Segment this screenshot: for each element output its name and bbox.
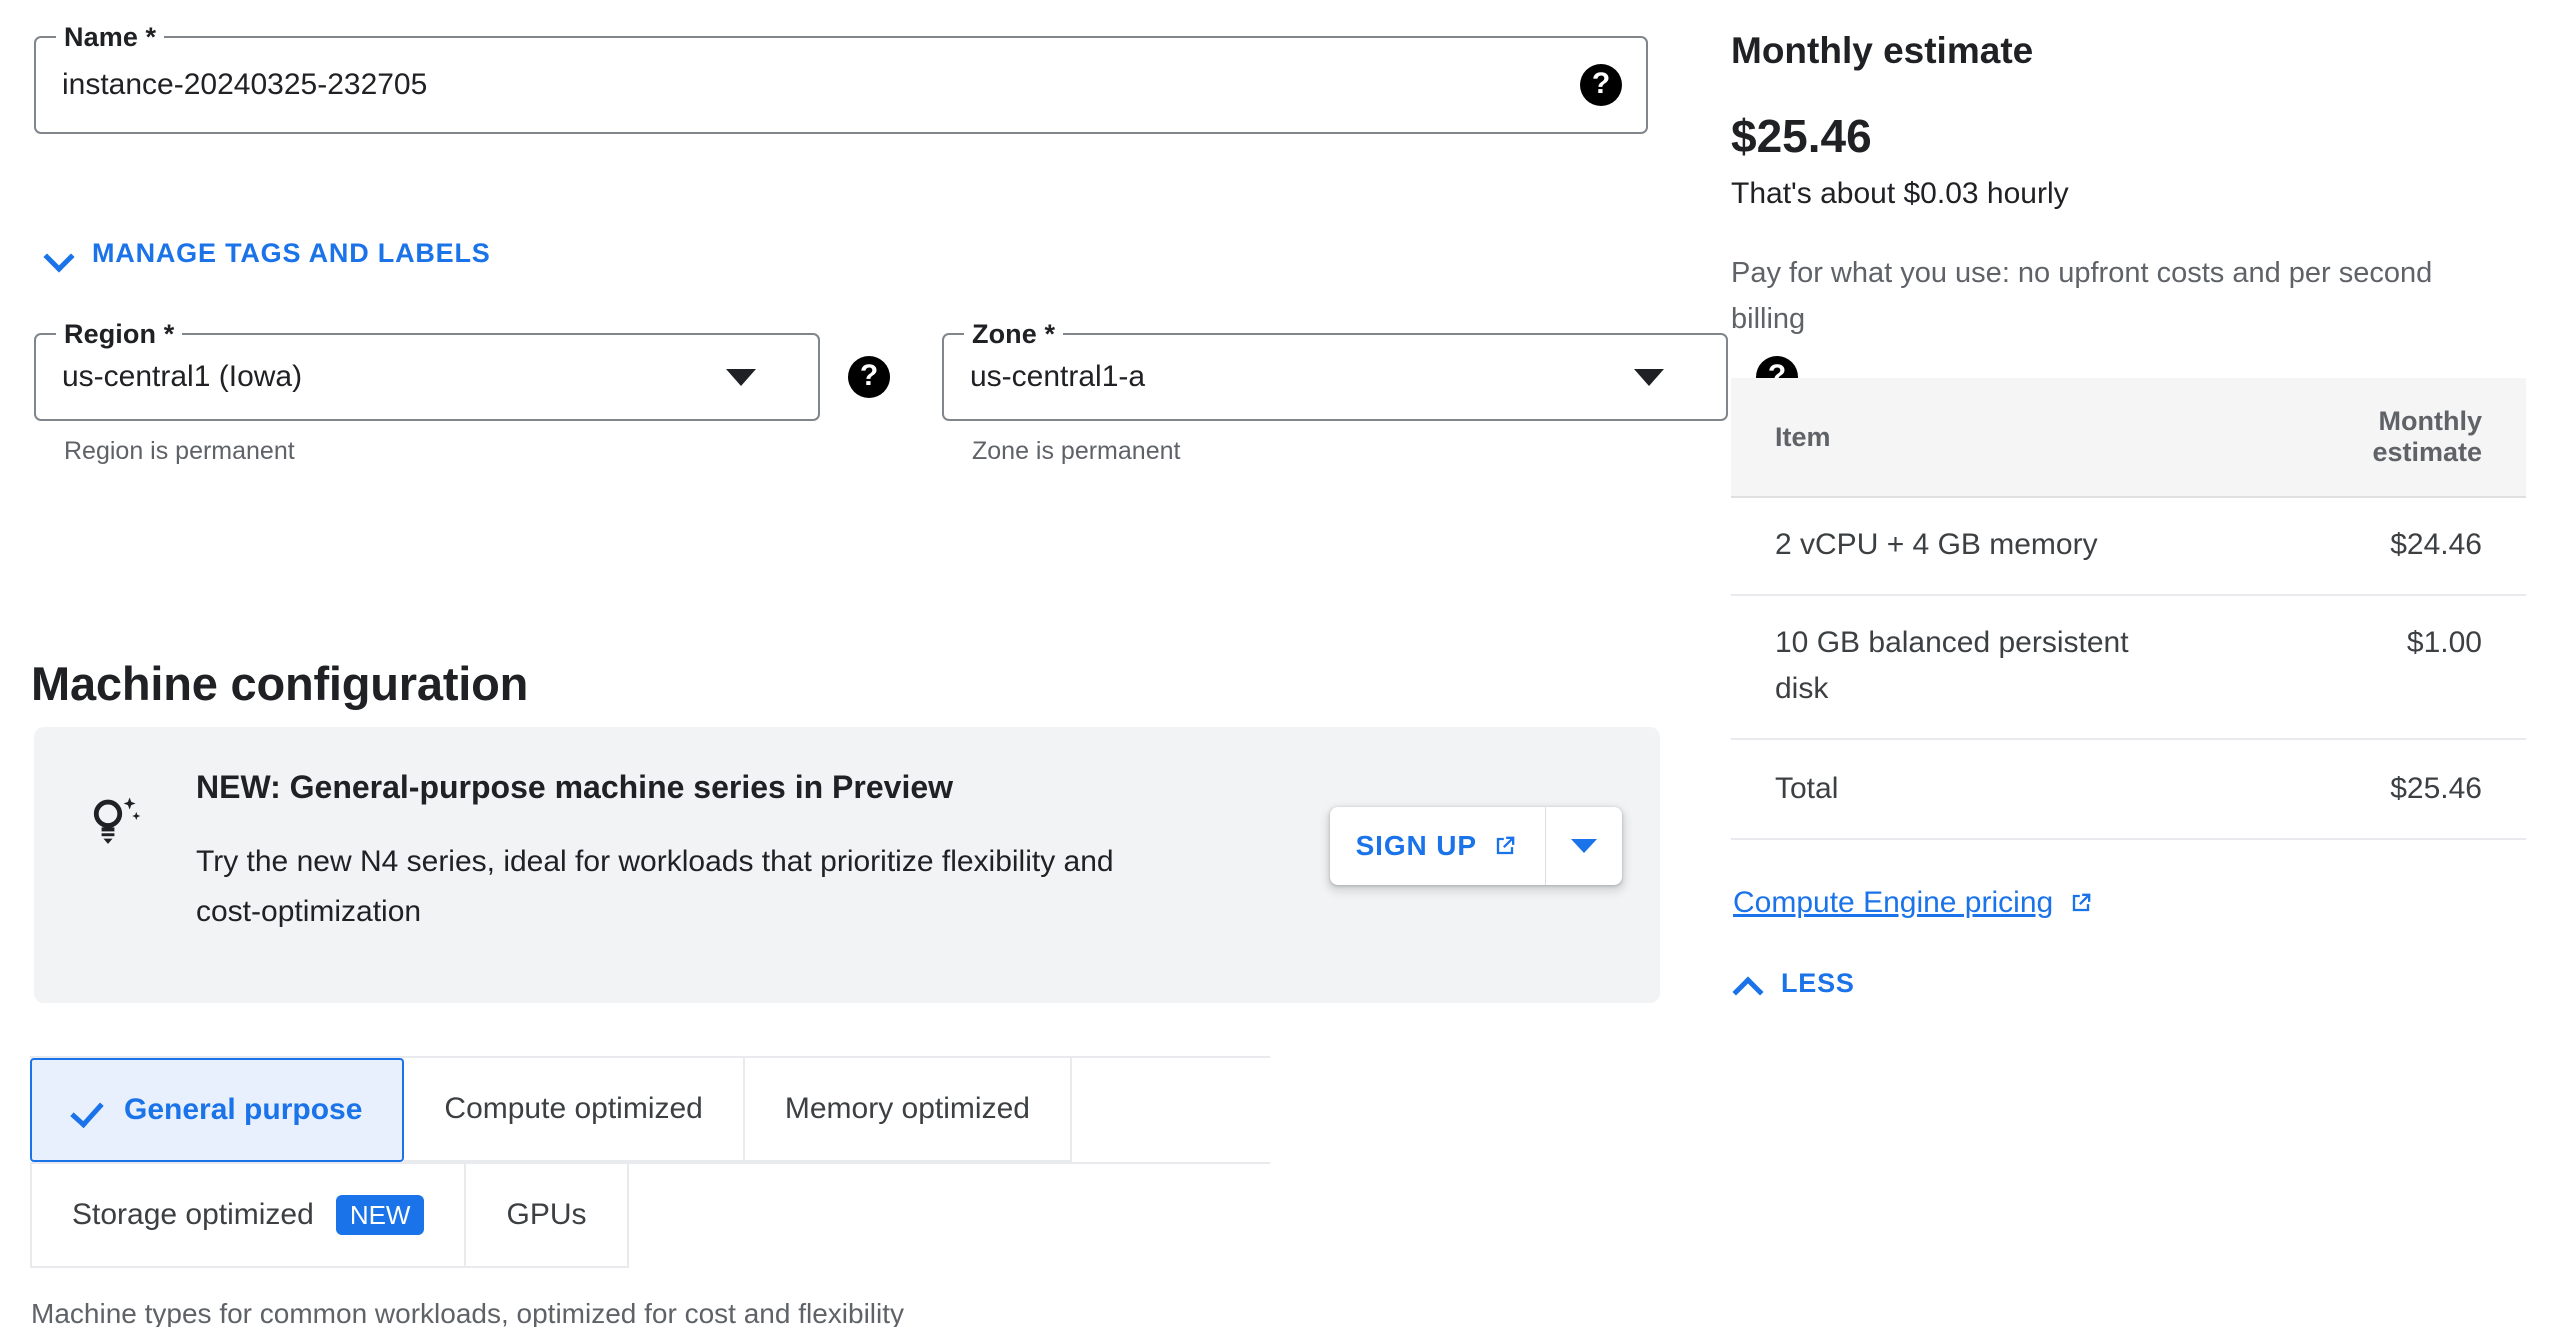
main-form-column: Name * instance-20240325-232705 ? MANAGE… <box>0 0 1660 1327</box>
zone-select[interactable]: Zone * us-central1-a ? <box>942 333 1728 421</box>
name-help-icon-wrap: ? <box>1580 64 1622 106</box>
zone-selected-value: us-central1-a <box>970 360 1634 394</box>
total-label: Total <box>1731 739 2218 839</box>
estimate-billing-note: Pay for what you use: no upfront costs a… <box>1731 250 2501 342</box>
row-item-cost: $1.00 <box>2218 595 2526 739</box>
tab-storage-optimized[interactable]: Storage optimized NEW <box>30 1164 466 1268</box>
region-zone-row: Region * us-central1 (Iowa) ? Region is … <box>34 333 1728 466</box>
row-item-label: 2 vCPU + 4 GB memory <box>1731 497 2218 595</box>
signup-split-button: SIGN UP <box>1330 807 1622 885</box>
zone-field: Zone * us-central1-a ? Zone is permanent <box>942 333 1728 466</box>
estimate-hourly: That's about $0.03 hourly <box>1731 174 2531 214</box>
chevron-down-icon <box>44 239 74 269</box>
monthly-estimate-panel: Monthly estimate $25.46 That's about $0.… <box>1731 0 2531 1004</box>
region-field-label: Region * <box>56 319 182 349</box>
region-field: Region * us-central1 (Iowa) ? Region is … <box>34 333 820 466</box>
tab-compute-optimized[interactable]: Compute optimized <box>404 1058 744 1162</box>
sign-up-button[interactable]: SIGN UP <box>1330 807 1545 885</box>
column-header-monthly-estimate: Monthly estimate <box>2218 378 2526 497</box>
name-field-value: instance-20240325-232705 <box>62 68 1620 102</box>
tab-label: Storage optimized <box>72 1198 314 1232</box>
manage-tags-label: MANAGE TAGS AND LABELS <box>92 238 491 269</box>
tab-label: Memory optimized <box>785 1092 1030 1126</box>
estimate-amount: $25.46 <box>1731 108 2531 164</box>
machine-configuration-heading: Machine configuration <box>31 656 528 711</box>
estimate-title: Monthly estimate <box>1731 28 2531 74</box>
name-field-label: Name * <box>56 22 164 52</box>
machine-family-tab-row-1: General purpose Compute optimized Memory… <box>30 1056 1270 1162</box>
tab-label: GPUs <box>506 1198 586 1232</box>
machine-family-description: Machine types for common workloads, opti… <box>31 1298 904 1327</box>
help-circle-icon[interactable]: ? <box>848 356 890 398</box>
pricing-link-label: Compute Engine pricing <box>1733 886 2053 920</box>
column-header-item: Item <box>1731 378 2218 497</box>
name-field-row: Name * instance-20240325-232705 ? <box>34 36 1648 134</box>
estimate-table-head: Item Monthly estimate <box>1731 378 2526 497</box>
row-item-label: 10 GB balanced persistent disk <box>1731 595 2218 739</box>
table-row-total: Total $25.46 <box>1731 739 2526 839</box>
caret-down-icon[interactable] <box>1634 369 1664 386</box>
lightbulb-sparkle-icon <box>84 767 176 963</box>
manage-tags-and-labels-button[interactable]: MANAGE TAGS AND LABELS <box>44 238 491 269</box>
region-selected-value: us-central1 (Iowa) <box>62 360 726 394</box>
name-input[interactable]: Name * instance-20240325-232705 <box>34 36 1648 134</box>
external-link-icon <box>2067 889 2095 917</box>
instance-create-page: Name * instance-20240325-232705 ? MANAGE… <box>0 0 2575 1327</box>
machine-family-tab-row-2: Storage optimized NEW GPUs <box>30 1162 1270 1268</box>
n4-preview-banner: NEW: General-purpose machine series in P… <box>34 727 1660 1003</box>
zone-helper-text: Zone is permanent <box>942 437 1728 466</box>
less-label: LESS <box>1781 968 1855 999</box>
tab-label: Compute optimized <box>444 1092 702 1126</box>
chevron-up-icon <box>1733 969 1763 999</box>
tab-general-purpose[interactable]: General purpose <box>30 1058 404 1162</box>
table-row: 2 vCPU + 4 GB memory $24.46 <box>1731 497 2526 595</box>
less-toggle-button[interactable]: LESS <box>1733 968 1855 999</box>
region-helper-text: Region is permanent <box>34 437 820 466</box>
sign-up-label: SIGN UP <box>1356 830 1477 862</box>
caret-down-icon <box>1571 839 1597 853</box>
help-circle-icon[interactable]: ? <box>1580 64 1622 106</box>
table-header-row: Item Monthly estimate <box>1731 378 2526 497</box>
external-link-icon <box>1491 832 1519 860</box>
new-badge: NEW <box>336 1195 425 1235</box>
banner-description: Try the new N4 series, ideal for workloa… <box>196 837 1186 937</box>
row-item-cost: $24.46 <box>2218 497 2526 595</box>
tab-label: General purpose <box>124 1093 362 1127</box>
region-select[interactable]: Region * us-central1 (Iowa) ? <box>34 333 820 421</box>
tab-gpus[interactable]: GPUs <box>466 1164 628 1268</box>
total-cost: $25.46 <box>2218 739 2526 839</box>
zone-field-label: Zone * <box>964 319 1063 349</box>
banner-title: NEW: General-purpose machine series in P… <box>196 767 1616 807</box>
caret-down-icon[interactable] <box>726 369 756 386</box>
check-icon <box>72 1095 102 1125</box>
machine-family-tabs: General purpose Compute optimized Memory… <box>30 1056 1270 1268</box>
signup-menu-button[interactable] <box>1546 807 1622 885</box>
estimate-table: Item Monthly estimate 2 vCPU + 4 GB memo… <box>1731 378 2526 840</box>
tab-memory-optimized[interactable]: Memory optimized <box>745 1058 1072 1162</box>
estimate-table-body: 2 vCPU + 4 GB memory $24.46 10 GB balanc… <box>1731 497 2526 839</box>
table-row: 10 GB balanced persistent disk $1.00 <box>1731 595 2526 739</box>
compute-engine-pricing-link[interactable]: Compute Engine pricing <box>1733 886 2095 920</box>
